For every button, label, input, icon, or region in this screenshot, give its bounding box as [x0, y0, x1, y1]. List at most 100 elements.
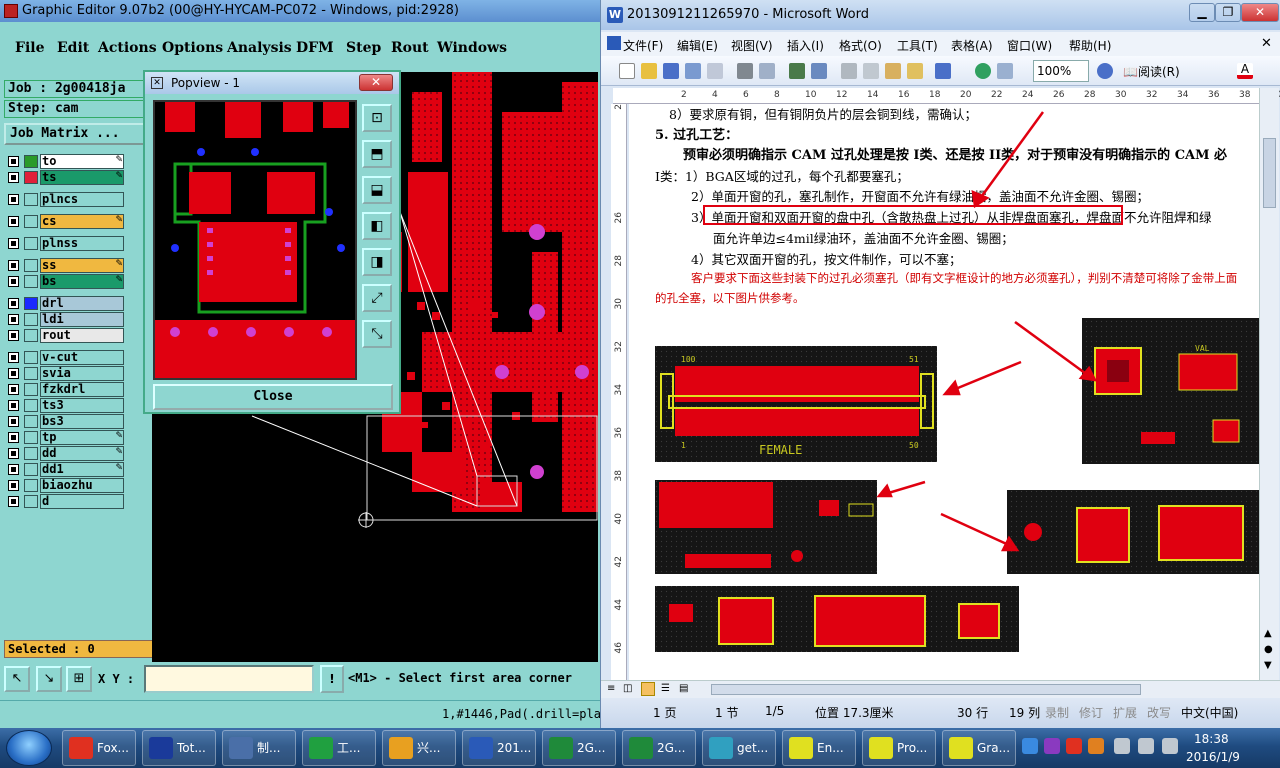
- layer-row-ss[interactable]: ss ✎: [6, 258, 126, 273]
- copy-icon[interactable]: [863, 63, 879, 79]
- normal-view-icon[interactable]: ≡: [607, 683, 615, 694]
- new-icon[interactable]: [619, 63, 635, 79]
- taskbar-item[interactable]: 201...: [462, 730, 536, 766]
- layer-checkbox[interactable]: [8, 238, 19, 249]
- print-layout-icon[interactable]: [641, 682, 655, 696]
- cut-icon[interactable]: [841, 63, 857, 79]
- layer-color-swatch[interactable]: [24, 193, 38, 206]
- job-matrix-button[interactable]: Job Matrix ...: [4, 123, 146, 145]
- menu-format[interactable]: 格式(O): [839, 37, 882, 54]
- layer-color-swatch[interactable]: [24, 479, 38, 492]
- layer-checkbox[interactable]: [8, 260, 19, 271]
- font-color-icon[interactable]: A: [1237, 63, 1253, 79]
- popview-close-button[interactable]: Close: [153, 384, 393, 410]
- layer-row-fzkdrl[interactable]: fzkdrl: [6, 382, 126, 397]
- layer-name[interactable]: plnss: [40, 236, 124, 251]
- layer-checkbox[interactable]: [8, 330, 19, 341]
- language-icon[interactable]: [1162, 738, 1178, 754]
- layer-color-swatch[interactable]: [24, 367, 38, 380]
- minimize-button[interactable]: ▁: [1189, 3, 1215, 22]
- web-view-icon[interactable]: ◫: [623, 683, 632, 694]
- status-record[interactable]: 录制: [1045, 704, 1069, 721]
- layer-row-d[interactable]: d: [6, 494, 126, 509]
- reading-view-icon[interactable]: ▤: [679, 683, 688, 694]
- xy-input[interactable]: [144, 665, 314, 693]
- start-button[interactable]: [6, 730, 52, 766]
- taskbar-item[interactable]: Tot...: [142, 730, 216, 766]
- taskbar-item[interactable]: Fox...: [62, 730, 136, 766]
- layer-color-swatch[interactable]: [24, 495, 38, 508]
- select-tool-button[interactable]: ↖: [4, 666, 30, 692]
- layer-name[interactable]: svia: [40, 366, 124, 381]
- layer-row-dd1[interactable]: dd1 ✎: [6, 462, 126, 477]
- menu-rout[interactable]: Rout: [391, 40, 429, 56]
- spelling-icon[interactable]: [789, 63, 805, 79]
- layer-row-ldi[interactable]: ldi: [6, 312, 126, 327]
- layer-name[interactable]: dd1: [40, 462, 124, 477]
- layer-checkbox[interactable]: [8, 352, 19, 363]
- layer-color-swatch[interactable]: [24, 259, 38, 272]
- zoom-in-button[interactable]: ⤢: [362, 284, 392, 312]
- format-painter-icon[interactable]: [907, 63, 923, 79]
- network-icon[interactable]: [1114, 738, 1130, 754]
- menu-insert[interactable]: 插入(I): [787, 37, 824, 54]
- taskbar-item[interactable]: Pro...: [862, 730, 936, 766]
- zoom-out-button[interactable]: ⤡: [362, 320, 392, 348]
- open-icon[interactable]: [641, 63, 657, 79]
- layer-row-v-cut[interactable]: v-cut: [6, 350, 126, 365]
- layer-row-biaozhu[interactable]: biaozhu: [6, 478, 126, 493]
- layer-color-swatch[interactable]: [24, 237, 38, 250]
- volume-icon[interactable]: [1138, 738, 1154, 754]
- email-icon[interactable]: [707, 63, 723, 79]
- layer-row-cs[interactable]: cs ✎: [6, 214, 126, 229]
- paste-icon[interactable]: [885, 63, 901, 79]
- layer-checkbox[interactable]: [8, 496, 19, 507]
- layer-color-swatch[interactable]: [24, 351, 38, 364]
- layer-name[interactable]: v-cut: [40, 350, 124, 365]
- layer-color-swatch[interactable]: [24, 463, 38, 476]
- print-preview-icon[interactable]: [759, 63, 775, 79]
- layer-checkbox[interactable]: [8, 216, 19, 227]
- permission-icon[interactable]: [685, 63, 701, 79]
- layer-color-swatch[interactable]: [24, 297, 38, 310]
- layer-row-plncs[interactable]: plncs: [6, 192, 126, 207]
- tray-flag-icon[interactable]: [1088, 738, 1104, 754]
- horizontal-ruler[interactable]: 24681012141618202224262830323436384042: [613, 88, 1280, 104]
- layer-name[interactable]: bs: [40, 274, 124, 289]
- status-track-changes[interactable]: 修订: [1079, 704, 1103, 721]
- vertical-ruler[interactable]: 2262830323436384042444648: [611, 104, 627, 696]
- layer-name[interactable]: dd: [40, 446, 124, 461]
- layer-name[interactable]: ts: [40, 170, 124, 185]
- popview-canvas[interactable]: [153, 100, 357, 380]
- undo-icon[interactable]: [935, 63, 951, 79]
- menu-view[interactable]: 视图(V): [731, 37, 773, 54]
- layer-color-swatch[interactable]: [24, 215, 38, 228]
- taskbar-item[interactable]: Gra...: [942, 730, 1016, 766]
- layer-checkbox[interactable]: [8, 400, 19, 411]
- menu-step[interactable]: Step: [346, 40, 381, 56]
- grid-tool-button[interactable]: ⊞: [66, 666, 92, 692]
- layer-checkbox[interactable]: [8, 384, 19, 395]
- warning-button[interactable]: !: [320, 665, 344, 693]
- taskbar-item[interactable]: En...: [782, 730, 856, 766]
- layer-name[interactable]: bs3: [40, 414, 124, 429]
- layer-checkbox[interactable]: [8, 172, 19, 183]
- tray-app-icon[interactable]: [1044, 738, 1060, 754]
- zoom-fit-button[interactable]: ⊡: [362, 104, 392, 132]
- layer-row-svia[interactable]: svia: [6, 366, 126, 381]
- read-mode-button[interactable]: 📖阅读(R): [1123, 63, 1180, 80]
- layer-checkbox[interactable]: [8, 432, 19, 443]
- browse-object-icon[interactable]: ●: [1264, 644, 1273, 655]
- layer-name[interactable]: ts3: [40, 398, 124, 413]
- menu-actions[interactable]: Actions: [98, 40, 157, 56]
- menu-table[interactable]: 表格(A): [951, 37, 993, 54]
- next-page-icon[interactable]: ▼: [1264, 660, 1272, 671]
- layer-row-drl[interactable]: drl: [6, 296, 126, 311]
- menu-options[interactable]: Options: [162, 40, 223, 56]
- layer-name[interactable]: ss: [40, 258, 124, 273]
- restore-button[interactable]: ❐: [1215, 3, 1241, 22]
- layer-color-swatch[interactable]: [24, 171, 38, 184]
- measure-tool-button[interactable]: ↘: [36, 666, 62, 692]
- layer-color-swatch[interactable]: [24, 313, 38, 326]
- layer-checkbox[interactable]: [8, 276, 19, 287]
